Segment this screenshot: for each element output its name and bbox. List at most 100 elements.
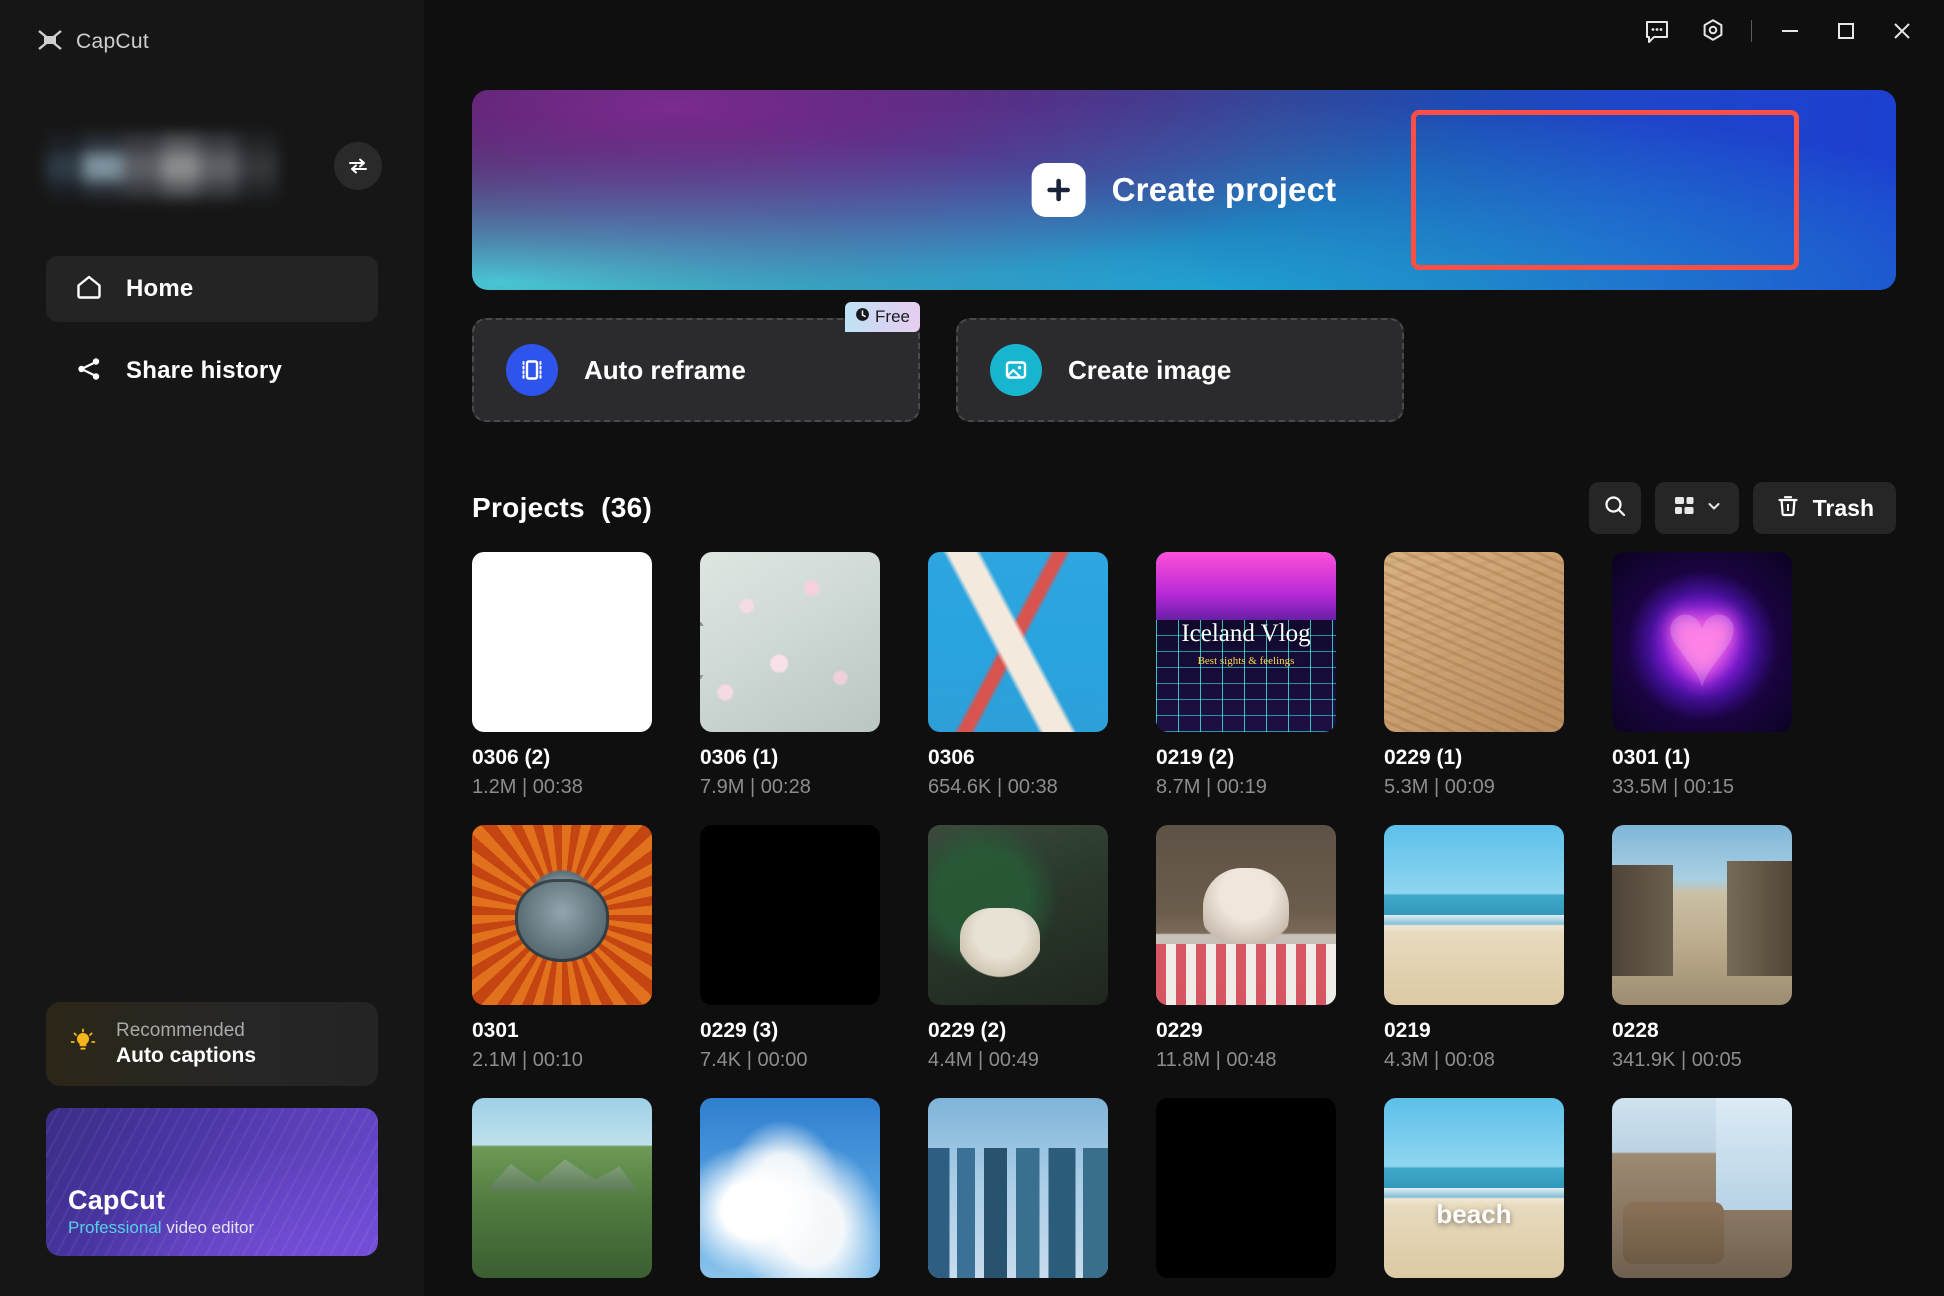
switch-account-icon[interactable] bbox=[334, 142, 382, 190]
auto-captions-label: Auto captions bbox=[116, 1044, 256, 1068]
project-thumbnail[interactable] bbox=[928, 1098, 1108, 1278]
free-badge-label: Free bbox=[875, 307, 910, 327]
share-icon bbox=[74, 354, 104, 389]
trash-label: Trash bbox=[1813, 495, 1874, 522]
search-icon bbox=[1602, 493, 1628, 524]
feedback-icon[interactable] bbox=[1629, 7, 1685, 55]
capcut-promo-card[interactable]: CapCut Professional video editor bbox=[46, 1108, 378, 1256]
trash-icon bbox=[1775, 493, 1801, 524]
project-card[interactable]: 0306 (1)7.9M | 00:28 bbox=[700, 552, 880, 799]
project-card[interactable]: 03012.1M | 00:10 bbox=[472, 825, 652, 1072]
recommended-auto-captions-card[interactable]: Recommended Auto captions bbox=[46, 1002, 378, 1086]
thumbnail-overlay-title: beach bbox=[1384, 1199, 1564, 1230]
project-thumbnail[interactable] bbox=[472, 552, 652, 732]
sidebar-item-share-history[interactable]: Share history bbox=[46, 338, 378, 404]
create-image-button[interactable]: Create image bbox=[956, 318, 1404, 422]
auto-reframe-button[interactable]: Auto reframe Free bbox=[472, 318, 920, 422]
project-thumbnail[interactable] bbox=[1612, 1098, 1792, 1278]
search-button[interactable] bbox=[1589, 482, 1641, 534]
promo-texts: CapCut Professional video editor bbox=[68, 1185, 254, 1238]
image-icon bbox=[990, 344, 1042, 396]
project-thumbnail[interactable] bbox=[928, 825, 1108, 1005]
project-thumbnail[interactable] bbox=[1384, 552, 1564, 732]
project-card[interactable]: 0301 (1) 33.5M | 00:15 bbox=[1612, 552, 1792, 799]
project-card[interactable] bbox=[1156, 1098, 1336, 1278]
project-card[interactable] bbox=[472, 1098, 652, 1278]
project-thumbnail[interactable] bbox=[472, 1098, 652, 1278]
project-card[interactable] bbox=[1612, 1098, 1792, 1278]
project-thumbnail[interactable] bbox=[928, 552, 1108, 732]
project-thumbnail[interactable] bbox=[1156, 1098, 1336, 1278]
sidebar-item-label: Share history bbox=[126, 357, 282, 385]
project-name: 0229 (3) bbox=[700, 1019, 880, 1043]
trash-button[interactable]: Trash bbox=[1753, 482, 1896, 534]
project-meta: 33.5M | 00:15 bbox=[1612, 776, 1792, 799]
sidebar-nav: Home Share history bbox=[0, 256, 424, 404]
projects-header: Projects (36) bbox=[472, 480, 1896, 536]
project-card[interactable] bbox=[928, 1098, 1108, 1278]
project-thumbnail[interactable] bbox=[1612, 552, 1792, 732]
sidebar: CapCut Home bbox=[0, 0, 424, 1296]
auto-reframe-icon bbox=[506, 344, 558, 396]
page-title: Projects (36) bbox=[472, 492, 652, 524]
sidebar-item-label: Home bbox=[126, 275, 193, 303]
project-meta: 5.3M | 00:09 bbox=[1384, 776, 1564, 799]
project-card[interactable] bbox=[700, 1098, 880, 1278]
project-thumbnail[interactable] bbox=[700, 825, 880, 1005]
project-card[interactable]: 0228341.9K | 00:05 bbox=[1612, 825, 1792, 1072]
project-thumbnail[interactable] bbox=[472, 825, 652, 1005]
project-card[interactable]: 0229 (2)4.4M | 00:49 bbox=[928, 825, 1108, 1072]
create-project-button[interactable]: Create project bbox=[988, 137, 1381, 243]
projects-title-text: Projects bbox=[472, 492, 585, 523]
project-meta: 4.3M | 00:08 bbox=[1384, 1049, 1564, 1072]
project-card[interactable]: beach bbox=[1384, 1098, 1564, 1278]
project-meta: 654.6K | 00:38 bbox=[928, 776, 1108, 799]
project-thumbnail[interactable]: beach bbox=[1384, 1098, 1564, 1278]
main-content: Create project Auto reframe Free bbox=[424, 0, 1944, 1296]
project-thumbnail[interactable] bbox=[1156, 825, 1336, 1005]
maximize-icon[interactable] bbox=[1818, 7, 1874, 55]
project-card[interactable]: Iceland VlogBest sights & feelings0219 (… bbox=[1156, 552, 1336, 799]
project-card[interactable]: 0229 (3) 7.4K | 00:00 bbox=[700, 825, 880, 1072]
promo-subtitle-rest: video editor bbox=[162, 1218, 255, 1237]
project-card[interactable]: 0306654.6K | 00:38 bbox=[928, 552, 1108, 799]
project-meta: 7.4K | 00:00 bbox=[700, 1049, 880, 1072]
project-meta: 1.2M | 00:38 bbox=[472, 776, 652, 799]
project-card[interactable]: 0306 (2) 1.2M | 00:38 bbox=[472, 552, 652, 799]
titlebar-divider bbox=[1751, 20, 1752, 42]
close-icon[interactable] bbox=[1874, 7, 1930, 55]
project-thumbnail[interactable] bbox=[1384, 825, 1564, 1005]
project-name: 0219 bbox=[1384, 1019, 1564, 1043]
grid-view-icon bbox=[1672, 493, 1698, 524]
project-thumbnail[interactable]: Iceland VlogBest sights & feelings bbox=[1156, 552, 1336, 732]
view-mode-button[interactable] bbox=[1655, 482, 1739, 534]
project-thumbnail[interactable] bbox=[700, 1098, 880, 1278]
project-card[interactable]: 0219 4.3M | 00:08 bbox=[1384, 825, 1564, 1072]
project-meta: 8.7M | 00:19 bbox=[1156, 776, 1336, 799]
project-name: 0229 (1) bbox=[1384, 746, 1564, 770]
plus-icon bbox=[1032, 163, 1086, 217]
sidebar-promos: Recommended Auto captions CapCut Profess… bbox=[46, 1002, 378, 1256]
create-project-banner[interactable]: Create project bbox=[472, 90, 1896, 290]
project-name: 0301 (1) bbox=[1612, 746, 1792, 770]
minimize-icon[interactable] bbox=[1762, 7, 1818, 55]
project-meta: 2.1M | 00:10 bbox=[472, 1049, 652, 1072]
account-row[interactable] bbox=[46, 124, 388, 208]
project-card[interactable]: 0229 (1) 5.3M | 00:09 bbox=[1384, 552, 1564, 799]
sidebar-item-home[interactable]: Home bbox=[46, 256, 378, 322]
project-meta: 7.9M | 00:28 bbox=[700, 776, 880, 799]
project-thumbnail[interactable] bbox=[700, 552, 880, 732]
project-thumbnail[interactable] bbox=[1612, 825, 1792, 1005]
home-icon bbox=[74, 272, 104, 307]
auto-reframe-label: Auto reframe bbox=[584, 355, 746, 386]
clock-icon bbox=[855, 307, 870, 327]
project-name: 0229 (2) bbox=[928, 1019, 1108, 1043]
account-name-redacted bbox=[46, 134, 278, 198]
create-image-label: Create image bbox=[1068, 355, 1231, 386]
project-meta: 11.8M | 00:48 bbox=[1156, 1049, 1336, 1072]
project-card[interactable]: 0229 11.8M | 00:48 bbox=[1156, 825, 1336, 1072]
gear-icon[interactable] bbox=[1685, 7, 1741, 55]
project-name: 0229 bbox=[1156, 1019, 1336, 1043]
projects-grid: 0306 (2) 1.2M | 00:38 0306 (1)7.9M | 00:28… bbox=[472, 552, 1936, 1296]
project-name: 0306 (2) bbox=[472, 746, 652, 770]
